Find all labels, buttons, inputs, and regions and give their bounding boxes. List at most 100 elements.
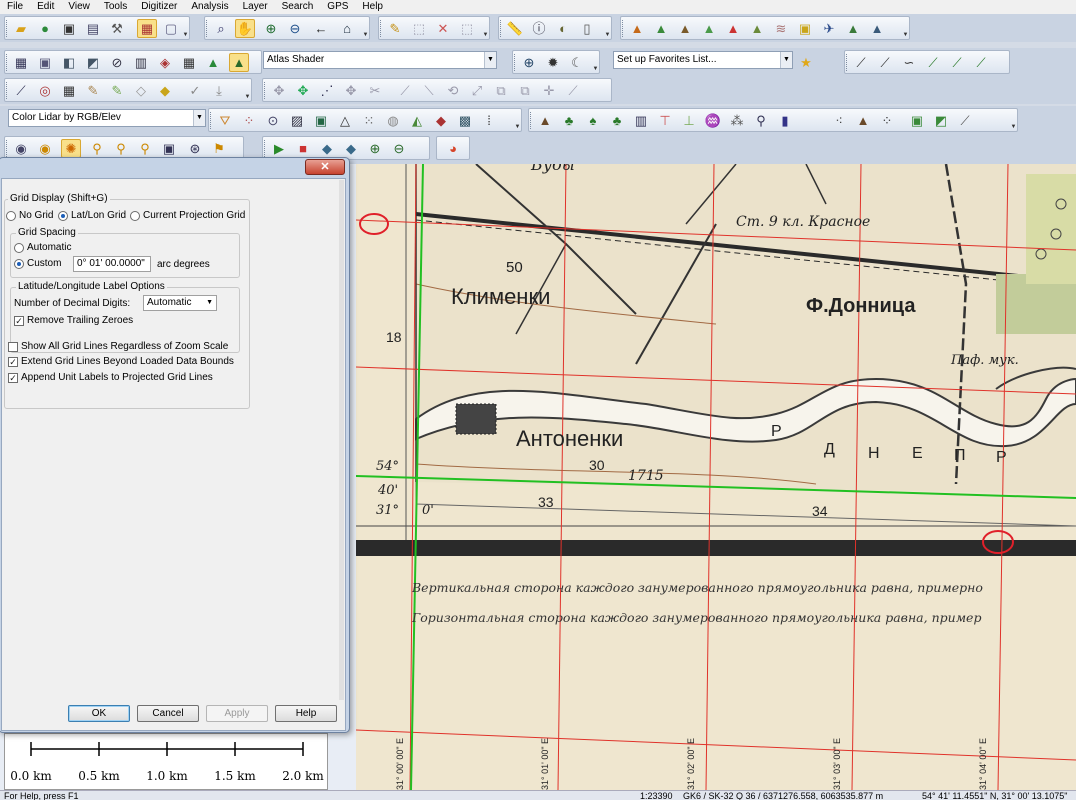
shrub-icon[interactable]: ♠ <box>583 111 603 130</box>
feature-info-icon[interactable]: ◆ <box>155 81 175 100</box>
gps-start-icon[interactable]: ◉ <box>35 139 55 158</box>
pin-3-icon[interactable]: ⚲ <box>135 139 155 158</box>
pin-2-icon[interactable]: ⚲ <box>111 139 131 158</box>
terrain-edit-icon[interactable]: ▲ <box>853 111 873 130</box>
gps-track-icon[interactable]: ⊛ <box>185 139 205 158</box>
building-icon[interactable]: ▥ <box>631 111 651 130</box>
layers-icon[interactable]: ▦ <box>137 19 157 38</box>
radio-spacing-custom[interactable]: Custom <box>14 258 61 269</box>
copy-icon[interactable]: ⧉ <box>491 81 511 100</box>
zoom-minus-icon[interactable]: ⊖ <box>389 139 409 158</box>
color-wheel-icon[interactable]: ◕ <box>443 139 463 158</box>
cloud-icon[interactable]: ⁙ <box>359 111 379 130</box>
menu-layer[interactable]: Layer <box>236 0 275 14</box>
no-grid-icon[interactable]: ⊘ <box>107 53 127 72</box>
lidar-select[interactable]: Color Lidar by RGB/Elev ▼ <box>8 109 206 127</box>
contour-icon[interactable]: ▲ <box>699 19 719 38</box>
tree-icon[interactable]: ♣ <box>607 111 627 130</box>
device-icon[interactable]: ▯ <box>577 19 597 38</box>
help-button[interactable]: Help <box>275 705 337 722</box>
show-all-lines-checkbox[interactable]: Show All Grid Lines Regardless of Zoom S… <box>8 341 228 352</box>
path-profile-icon[interactable]: ◐ <box>553 19 573 38</box>
gps-point-icon[interactable]: ◉ <box>11 139 31 158</box>
points-color-icon[interactable]: ⁘ <box>239 111 259 130</box>
hatch-icon[interactable]: ▨ <box>287 111 307 130</box>
radio-projection-grid[interactable]: Current Projection Grid <box>130 210 245 221</box>
grid-lines-icon[interactable]: ▥ <box>131 53 151 72</box>
dots-icon[interactable]: ⁘ <box>877 111 897 130</box>
tiles-icon[interactable]: ▦ <box>179 53 199 72</box>
eraser-icon[interactable]: ◇ <box>131 81 151 100</box>
gps-flag-icon[interactable]: ⚑ <box>209 139 229 158</box>
web-globe-icon[interactable]: ⊕ <box>519 53 539 72</box>
draw-line-2-icon[interactable]: ⟋ <box>875 53 895 72</box>
rotate-icon[interactable]: ⟲ <box>443 81 463 100</box>
close-button[interactable]: ✕ <box>305 159 345 175</box>
watershed-icon[interactable]: ▲ <box>747 19 767 38</box>
layers-stack-icon[interactable]: ◆ <box>431 111 451 130</box>
viewshed-icon[interactable]: ▲ <box>723 19 743 38</box>
move-vertex-icon[interactable]: ✥ <box>293 81 313 100</box>
menu-tools[interactable]: Tools <box>97 0 134 14</box>
menu-gps[interactable]: GPS <box>320 0 355 14</box>
save-icon[interactable]: ▣ <box>59 19 79 38</box>
brush-icon[interactable]: ✎ <box>83 81 103 100</box>
shader-select[interactable]: Atlas Shader ▼ <box>263 51 497 69</box>
terrain-brown-icon[interactable]: ▲ <box>675 19 695 38</box>
attach-icon[interactable]: ⟋ <box>563 81 583 100</box>
home-icon[interactable]: ⌂ <box>337 19 357 38</box>
menu-digitizer[interactable]: Digitizer <box>134 0 184 14</box>
zoom-in-icon[interactable]: ⊕ <box>261 19 281 38</box>
check-icon[interactable]: ✓ <box>185 81 205 100</box>
draw-area-icon[interactable]: ⟋ <box>923 53 943 72</box>
draw-area-2-icon[interactable]: ⟋ <box>947 53 967 72</box>
globe-icon[interactable]: ● <box>35 19 55 38</box>
scale-icon[interactable]: ⤢ <box>467 81 487 100</box>
info-icon[interactable]: ⓘ <box>529 19 549 38</box>
split-icon[interactable]: ⟋ <box>395 81 415 100</box>
surface-icon[interactable]: ▲ <box>843 19 863 38</box>
menu-edit[interactable]: Edit <box>30 0 61 14</box>
water-icon[interactable]: ♒ <box>703 111 723 130</box>
spacing-value-field[interactable]: 0° 01' 00.0000" <box>73 256 151 272</box>
radio-no-grid[interactable]: No Grid <box>6 210 53 221</box>
map-view[interactable]: Бубы Ст. 9 кл. Красное Климeнки Антоненк… <box>356 164 1076 790</box>
node-icon[interactable]: ⋰ <box>317 81 337 100</box>
apply-button[interactable]: Apply <box>206 705 268 722</box>
sphere-icon[interactable]: ◍ <box>383 111 403 130</box>
search-icon[interactable]: ⚲ <box>751 111 771 130</box>
mountain-icon[interactable]: ▲ <box>535 111 555 130</box>
menu-file[interactable]: File <box>0 0 30 14</box>
grid-view-icon[interactable]: ▦ <box>11 53 31 72</box>
fish-icon[interactable]: ◆ <box>317 139 337 158</box>
compass-icon[interactable]: ◈ <box>155 53 175 72</box>
green-grid-icon[interactable]: ▣ <box>907 111 927 130</box>
remove-trailing-zeroes-checkbox[interactable]: ✓ Remove Trailing Zeroes <box>14 315 133 326</box>
night-mode-icon[interactable]: ☾ <box>567 53 587 72</box>
point-search-icon[interactable]: ⊙ <box>263 111 283 130</box>
crosshair-icon[interactable]: ✛ <box>539 81 559 100</box>
pan-hand-icon[interactable]: ✋ <box>235 19 255 38</box>
table-icon[interactable]: ▦ <box>59 81 79 100</box>
print-icon[interactable]: ▤ <box>83 19 103 38</box>
select-box-icon[interactable]: ⬚ <box>409 19 429 38</box>
wrench-icon[interactable]: ⚒ <box>107 19 127 38</box>
map-image-icon[interactable]: ▣ <box>795 19 815 38</box>
draw-curve-icon[interactable]: ∽ <box>899 53 919 72</box>
grass-icon[interactable]: ⁂ <box>727 111 747 130</box>
boat-icon[interactable]: ◆ <box>341 139 361 158</box>
delete-icon[interactable]: ✕ <box>433 19 453 38</box>
user-terrain-icon[interactable]: ▲ <box>867 19 887 38</box>
camera-icon[interactable]: ◧ <box>59 53 79 72</box>
chart-bars-icon[interactable]: ▮ <box>775 111 795 130</box>
stop-icon[interactable]: ■ <box>293 139 313 158</box>
menu-view[interactable]: View <box>61 0 97 14</box>
tower-icon[interactable]: ⊤ <box>655 111 675 130</box>
move-icon[interactable]: ✥ <box>269 81 289 100</box>
line-edit-icon[interactable]: ⟋ <box>11 81 31 100</box>
vegetation-icon[interactable]: ♣ <box>559 111 579 130</box>
play-icon[interactable]: ▶ <box>269 139 289 158</box>
profile-icon[interactable]: ▩ <box>455 111 475 130</box>
shader-terrain-icon[interactable]: ▲ <box>203 53 223 72</box>
zoom-box-icon[interactable]: ⌕ <box>211 19 231 38</box>
